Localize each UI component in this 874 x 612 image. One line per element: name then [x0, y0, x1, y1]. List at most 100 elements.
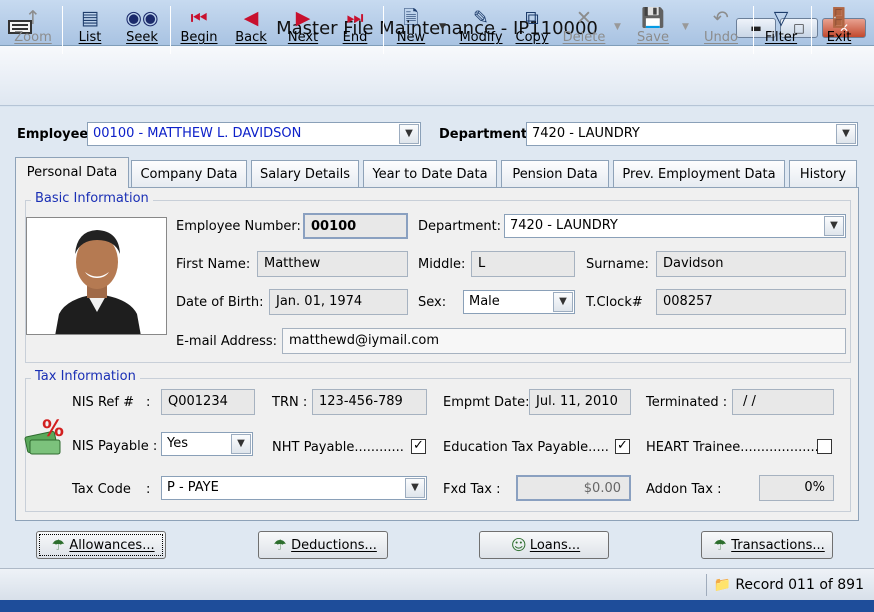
back-button[interactable]: ◀ Back: [228, 6, 274, 54]
window-bottom-edge: [0, 600, 874, 612]
next-record-icon: ▶: [295, 7, 311, 29]
list-button[interactable]: ▤ List: [66, 6, 114, 54]
tab-history[interactable]: History: [789, 160, 857, 187]
toolbar-separator: [62, 6, 63, 54]
previous-record-icon: ◀: [243, 7, 259, 29]
basic-department-label: Department:: [418, 219, 502, 234]
new-dropdown-arrow[interactable]: ▼: [439, 22, 446, 32]
allowances-icon: ☂: [51, 536, 66, 554]
deductions-icon: ☂: [273, 536, 287, 554]
record-status: 📁 Record 011 of 891: [706, 574, 864, 596]
chevron-down-icon[interactable]: ▼: [824, 216, 844, 236]
transactions-button[interactable]: ☂ Transactions...: [701, 531, 833, 559]
addon-tax-field[interactable]: 0%: [759, 475, 834, 501]
date-of-birth-label: Date of Birth:: [176, 295, 264, 310]
save-button[interactable]: 💾 Save: [630, 6, 676, 54]
tab-pension-data[interactable]: Pension Data: [501, 160, 609, 187]
loans-icon: ☺: [511, 536, 527, 554]
trn-label: TRN :: [272, 395, 308, 410]
chevron-down-icon[interactable]: ▼: [399, 124, 419, 144]
exit-button[interactable]: 🚪 Exit: [816, 6, 862, 54]
delete-icon: ✕: [576, 7, 592, 29]
middle-name-label: Middle:: [418, 257, 466, 272]
addon-tax-label: Addon Tax :: [646, 482, 722, 497]
allowances-button[interactable]: ☂ Allowances...: [36, 531, 166, 559]
seek-button[interactable]: ◉◉ Seek: [118, 6, 166, 54]
nis-payable-label: NIS Payable :: [72, 439, 158, 454]
list-icon: ▤: [81, 7, 99, 29]
employee-photo: [26, 217, 167, 335]
education-tax-checkbox[interactable]: ✓: [615, 439, 630, 454]
nis-payable-select[interactable]: Yes ▼: [161, 432, 253, 456]
sex-label: Sex:: [418, 295, 447, 310]
record-counter: Record 011 of 891: [735, 577, 864, 593]
undo-icon: ↶: [713, 7, 729, 29]
trn-field[interactable]: 123-456-789: [312, 389, 427, 415]
employee-number-label: Employee Number:: [176, 219, 301, 234]
tax-code-label: Tax Code: [72, 482, 131, 497]
delete-button[interactable]: ✕ Delete: [558, 6, 610, 54]
save-dropdown-arrow[interactable]: ▼: [682, 22, 689, 32]
tax-code-colon: :: [146, 482, 151, 497]
svg-text:%: %: [42, 418, 64, 442]
nht-payable-label: NHT Payable............: [272, 440, 404, 455]
next-button[interactable]: ▶ Next: [280, 6, 326, 54]
department-select[interactable]: 7420 - LAUNDRY ▼: [526, 122, 858, 146]
zoom-button[interactable]: ↑ Zoom: [8, 6, 58, 54]
chevron-down-icon[interactable]: ▼: [836, 124, 856, 144]
chevron-down-icon[interactable]: ▼: [405, 478, 425, 498]
department-select-value: 7420 - LAUNDRY: [532, 126, 640, 141]
first-record-icon: ⏮: [190, 7, 208, 29]
delete-dropdown-arrow[interactable]: ▼: [614, 22, 621, 32]
tclock-label: T.Clock#: [586, 295, 643, 310]
surname-field[interactable]: Davidson: [656, 251, 846, 277]
begin-button[interactable]: ⏮ Begin: [174, 6, 224, 54]
employee-photo-image: [27, 218, 166, 334]
save-icon: 💾: [641, 7, 665, 29]
tax-money-icon: %: [24, 418, 64, 455]
tax-code-select[interactable]: P - PAYE ▼: [161, 476, 427, 500]
fixed-tax-field[interactable]: $0.00: [516, 475, 631, 501]
department-label: Department:: [439, 127, 533, 142]
chevron-down-icon[interactable]: ▼: [231, 434, 251, 454]
toolbar: [0, 46, 874, 106]
basic-department-select[interactable]: 7420 - LAUNDRY ▼: [504, 214, 846, 238]
copy-button[interactable]: ⧉ Copy: [510, 6, 554, 54]
heart-trainee-checkbox[interactable]: [817, 439, 832, 454]
tab-prev-employment-data[interactable]: Prev. Employment Data: [613, 160, 785, 187]
checkmark-icon: ✓: [413, 438, 424, 453]
fixed-tax-label: Fxd Tax :: [443, 482, 501, 497]
modify-button[interactable]: ✎ Modify: [455, 6, 507, 54]
tclock-field[interactable]: 008257: [656, 289, 846, 315]
nis-payable-value: Yes: [167, 436, 188, 451]
undo-button[interactable]: ↶ Undo: [698, 6, 744, 54]
date-of-birth-field[interactable]: Jan. 01, 1974: [269, 289, 408, 315]
loans-button[interactable]: ☺ Loans...: [479, 531, 609, 559]
tab-company-data[interactable]: Company Data: [131, 160, 247, 187]
terminated-field[interactable]: / /: [732, 389, 834, 415]
email-label: E-mail Address:: [176, 334, 278, 349]
tab-personal-data[interactable]: Personal Data: [15, 157, 129, 188]
employee-label: Employee:: [17, 127, 94, 142]
nht-payable-checkbox[interactable]: ✓: [411, 439, 426, 454]
employment-date-label: Empmt Date:: [443, 395, 530, 410]
employee-number-field[interactable]: 00100: [303, 213, 408, 239]
middle-name-field[interactable]: L: [471, 251, 575, 277]
nis-ref-colon: :: [146, 395, 151, 410]
deductions-button[interactable]: ☂ Deductions...: [258, 531, 388, 559]
nis-ref-field[interactable]: Q001234: [161, 389, 255, 415]
employee-select[interactable]: 00100 - MATTHEW L. DAVIDSON ▼: [87, 122, 421, 146]
education-tax-label: Education Tax Payable.....: [443, 440, 609, 455]
tab-year-to-date-data[interactable]: Year to Date Data: [363, 160, 497, 187]
end-button[interactable]: ⏭ End: [332, 6, 378, 54]
new-document-icon: 🗎: [403, 7, 419, 29]
chevron-down-icon[interactable]: ▼: [553, 292, 573, 312]
tab-salary-details[interactable]: Salary Details: [251, 160, 359, 187]
first-name-label: First Name:: [176, 257, 251, 272]
employment-date-field[interactable]: Jul. 11, 2010: [529, 389, 631, 415]
first-name-field[interactable]: Matthew: [257, 251, 408, 277]
filter-button[interactable]: ▽ Filter: [758, 6, 804, 54]
sex-select[interactable]: Male ▼: [463, 290, 575, 314]
email-field[interactable]: matthewd@iymail.com: [282, 328, 846, 354]
new-button[interactable]: 🗎 New: [388, 6, 434, 54]
